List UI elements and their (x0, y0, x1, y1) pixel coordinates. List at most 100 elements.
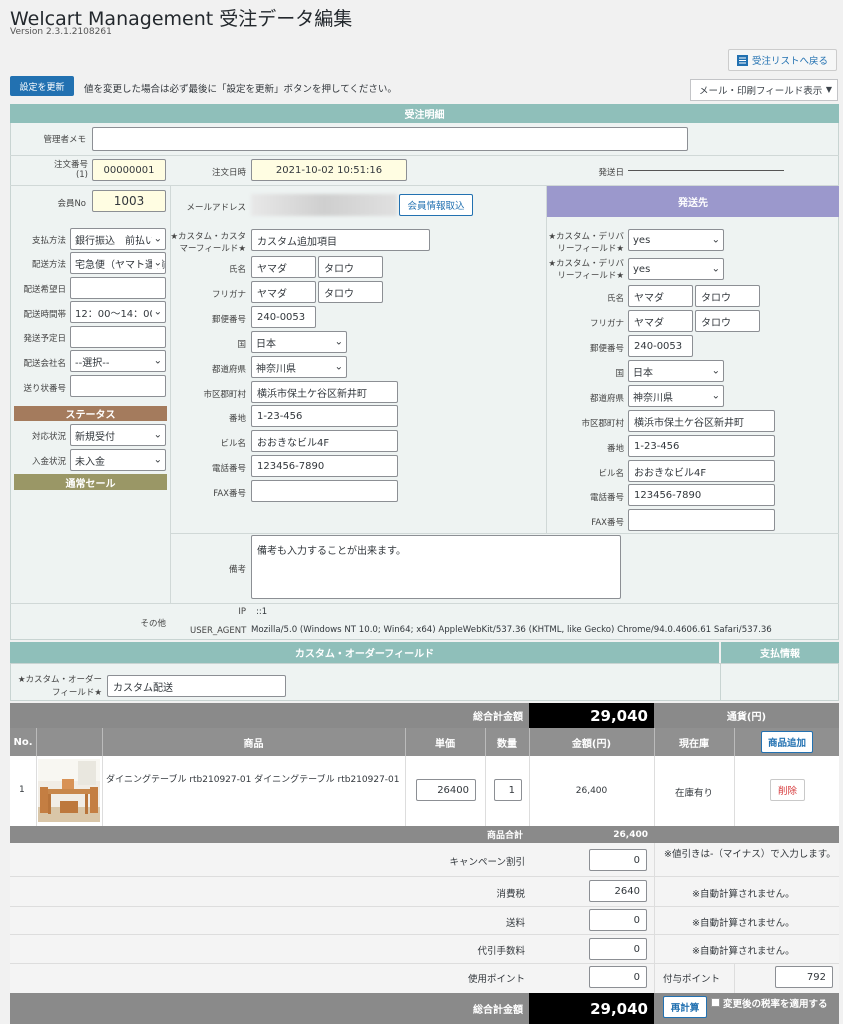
tel-label: 電話番号 (211, 464, 246, 474)
col-qty: 数量 (497, 738, 517, 750)
add-item-button[interactable]: 商品追加 (761, 731, 813, 753)
give-points-field[interactable]: 792 (775, 966, 833, 988)
recalc-button[interactable]: 再計算 (663, 996, 707, 1018)
custom-delivery-label-a2: リーフィールド★ (557, 244, 624, 254)
ship-pref-select[interactable]: 神奈川県 ⌄ (628, 385, 724, 407)
city-field[interactable]: 横浜市保土ケ谷区新井町 (251, 381, 398, 403)
ship-building-field[interactable]: おおきなビル4F (628, 460, 775, 482)
ship-address-label: 番地 (606, 444, 624, 454)
time-select[interactable]: 12：00〜14：00 ⌄ (70, 301, 166, 323)
shipping-fee-field[interactable]: 0 (589, 909, 647, 931)
chevron-down-icon: ⌄ (709, 263, 720, 275)
back-to-list-button[interactable]: 受注リストへ戻る (728, 49, 837, 71)
ship-plan-field[interactable] (70, 326, 166, 348)
mail-print-field-select[interactable]: メール・印刷フィールド表示 ▼ (690, 79, 838, 101)
fax-label: FAX番号 (213, 489, 246, 499)
back-label: 受注リストへ戻る (751, 56, 828, 67)
custom-order-label: ★カスタム・オーダー (17, 675, 102, 685)
chevron-down-icon: ⌄ (151, 306, 162, 318)
company-select[interactable]: --選択-- ⌄ (70, 350, 166, 372)
building-field[interactable]: おおきなビル4F (251, 430, 398, 452)
tax-note: ※自動計算されません。 (692, 889, 795, 900)
email-field-blurred[interactable] (251, 194, 397, 216)
pref-select[interactable]: 神奈川県 ⌄ (251, 356, 347, 378)
ship-first-kana-field[interactable]: タロウ (695, 310, 760, 332)
unit-price-field[interactable]: 26400 (416, 779, 476, 801)
last-name-field[interactable]: ヤマダ (251, 256, 316, 278)
wish-date-label: 配送希望日 (23, 285, 66, 295)
discount-label: キャンペーン割引 (449, 857, 525, 868)
custom-delivery-select-a[interactable]: yes ⌄ (628, 229, 724, 251)
fax-field[interactable] (251, 480, 398, 502)
ship-date-label: 発送日 (598, 168, 624, 178)
ship-first-name-field[interactable]: タロウ (695, 285, 760, 307)
cod-note: ※自動計算されません。 (692, 946, 795, 957)
ship-tel-field[interactable]: 123456-7890 (628, 484, 775, 506)
delivery-select[interactable]: 宅急便（ヤマト運輸） ⌄ (70, 252, 166, 274)
custom-delivery-select-b[interactable]: yes ⌄ (628, 258, 724, 280)
ship-country-label: 国 (615, 369, 624, 379)
first-kana-field[interactable]: タロウ (318, 281, 383, 303)
name-label: 氏名 (228, 265, 246, 275)
tax-rate-checkbox[interactable] (711, 998, 720, 1007)
ship-last-kana-field[interactable]: ヤマダ (628, 310, 693, 332)
order-no-field[interactable]: 00000001 (92, 159, 166, 181)
chevron-down-icon: ⌄ (709, 234, 720, 246)
ship-zip-field[interactable]: 240-0053 (628, 335, 693, 357)
custom-customer-field[interactable]: カスタム追加項目 (251, 229, 430, 251)
ship-last-name-field[interactable]: ヤマダ (628, 285, 693, 307)
col-price: 単価 (435, 738, 455, 750)
other-label: その他 (140, 619, 166, 629)
chevron-down-icon: ⌄ (709, 390, 720, 402)
tax-field[interactable]: 2640 (589, 880, 647, 902)
ship-date-field[interactable] (628, 170, 784, 171)
give-points-label: 付与ポイント (663, 974, 721, 985)
order-date-field[interactable]: 2021-10-02 10:51:16 (251, 159, 407, 181)
kana-label: フリガナ (211, 290, 246, 300)
ship-building-label: ビル名 (598, 469, 624, 479)
custom-order-field[interactable]: カスタム配送 (107, 675, 286, 697)
address-field[interactable]: 1-23-456 (251, 405, 398, 427)
version-text: Version 2.3.1.2108261 (10, 27, 112, 37)
admin-memo-field[interactable] (92, 127, 688, 151)
ship-fax-label: FAX番号 (591, 518, 624, 528)
ship-fax-field[interactable] (628, 509, 775, 531)
grand-total-label: 総合計金額 (10, 703, 529, 728)
ship-tel-label: 電話番号 (589, 493, 624, 503)
member-no-field[interactable]: 1003 (92, 190, 166, 212)
ship-pref-label: 都道府県 (589, 394, 624, 404)
ship-city-field[interactable]: 横浜市保土ケ谷区新井町 (628, 410, 775, 432)
last-kana-field[interactable]: ヤマダ (251, 281, 316, 303)
resp-status-select[interactable]: 新規受付 ⌄ (70, 424, 166, 446)
wish-date-field[interactable] (70, 277, 166, 299)
fetch-member-button[interactable]: 会員情報取込 (399, 194, 473, 216)
first-name-field[interactable]: タロウ (318, 256, 383, 278)
resp-label: 対応状況 (31, 432, 66, 442)
payment-select[interactable]: 銀行振込 前払い ⌄ (70, 228, 166, 250)
col-stock: 現在庫 (679, 738, 709, 750)
chevron-down-icon: ⌄ (151, 454, 162, 466)
status-header: ステータス (14, 406, 167, 421)
order-no-label: 注文番号 (53, 160, 88, 170)
ship-name-label: 氏名 (606, 294, 624, 304)
country-select[interactable]: 日本 ⌄ (251, 331, 347, 353)
update-settings-button[interactable]: 設定を更新 (10, 76, 74, 96)
points-field[interactable]: 0 (589, 966, 647, 988)
delete-item-button[interactable]: 削除 (770, 779, 805, 801)
paid-status-select[interactable]: 未入金 ⌄ (70, 449, 166, 471)
ip-label: IP (238, 607, 246, 617)
ship-country-select[interactable]: 日本 ⌄ (628, 360, 724, 382)
cod-field[interactable]: 0 (589, 938, 647, 960)
zip-field[interactable]: 240-0053 (251, 306, 316, 328)
qty-field[interactable]: 1 (494, 779, 522, 801)
discount-field[interactable]: 0 (589, 849, 647, 871)
custom-delivery-label-a: ★カスタム・デリバ (548, 232, 624, 242)
tel-field[interactable]: 123456-7890 (251, 455, 398, 477)
tracking-field[interactable] (70, 375, 166, 397)
country-label: 国 (237, 340, 246, 350)
ship-city-label: 市区郡町村 (581, 419, 624, 429)
notes-field[interactable]: 備考も入力することが出来ます。 (251, 535, 621, 599)
building-label: ビル名 (220, 439, 246, 449)
pref-label: 都道府県 (211, 365, 246, 375)
ship-address-field[interactable]: 1-23-456 (628, 435, 775, 457)
